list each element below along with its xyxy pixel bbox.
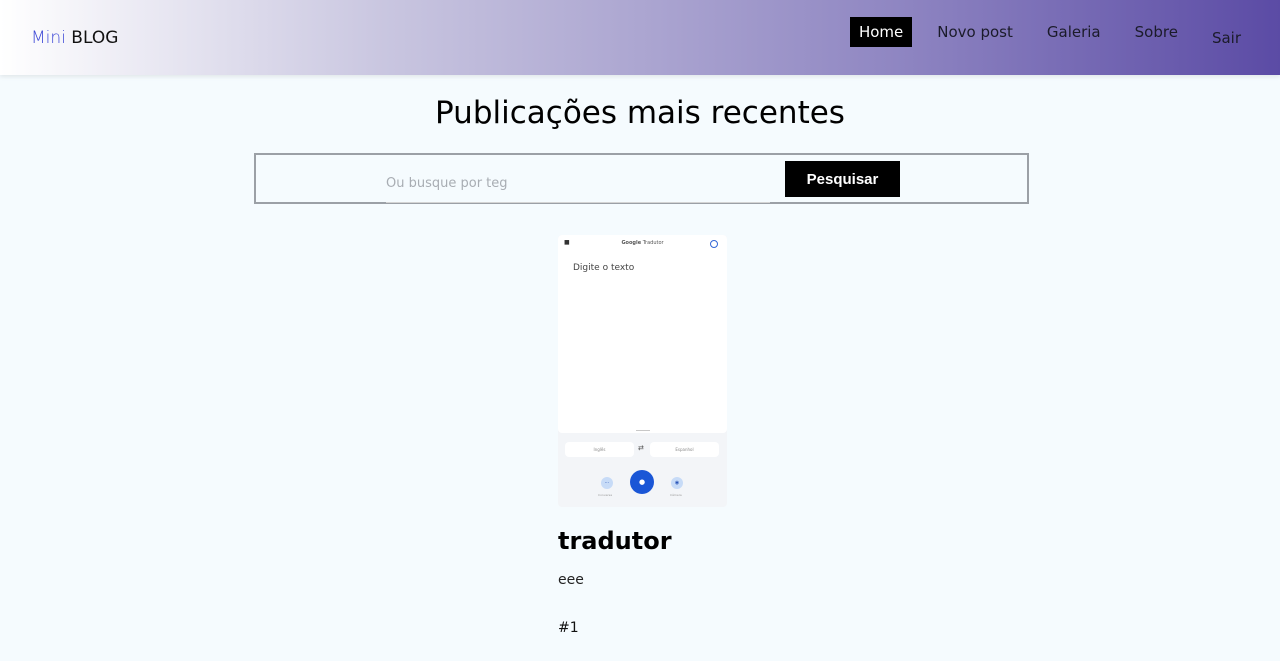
navbar: Mini BLOG Home Novo post Galeria Sobre S… <box>0 0 1280 75</box>
nav-links: Home Novo post Galeria Sobre Sair <box>834 17 1250 47</box>
post-tag[interactable]: #1 <box>558 620 579 636</box>
swap-icon: ⇄ <box>638 444 644 452</box>
post-title[interactable]: tradutor <box>558 527 672 555</box>
camera-icon: ◉ <box>671 477 683 489</box>
conversation-icon: ⋯ <box>601 477 613 489</box>
brand-mini: Mini <box>31 28 66 48</box>
search-input[interactable] <box>386 164 770 203</box>
page-title: Publicações mais recentes <box>435 95 845 131</box>
screenshot-text-area: ■ Google Tradutor Digite o texto <box>558 235 727 433</box>
app-logo-product: Tradutor <box>642 240 664 246</box>
screenshot-prompt: Digite o texto <box>573 263 635 273</box>
nav-link-galeria[interactable]: Galeria <box>1038 17 1110 47</box>
app-logo-google: Google <box>621 240 642 246</box>
search-button[interactable]: Pesquisar <box>785 161 900 197</box>
drag-handle <box>636 430 650 431</box>
brand-blog: BLOG <box>71 28 119 48</box>
post-image[interactable]: ■ Google Tradutor Digite o texto Inglês … <box>558 235 727 507</box>
mic-icon: ● <box>630 470 654 494</box>
camera-caption: Câmera <box>670 493 682 497</box>
app-logo: Google Tradutor <box>558 240 727 246</box>
conversation-caption: Conversa <box>598 493 613 497</box>
nav-link-home[interactable]: Home <box>849 17 913 47</box>
nav-link-sair[interactable]: Sair <box>1203 23 1250 53</box>
source-language: Inglês <box>565 442 634 457</box>
search-form: Pesquisar <box>254 153 1029 204</box>
target-language: Espanhol <box>650 442 719 457</box>
nav-link-sobre[interactable]: Sobre <box>1126 17 1187 47</box>
account-icon <box>710 240 718 248</box>
post-body: eee <box>558 572 584 588</box>
brand-logo[interactable]: Mini BLOG <box>31 28 118 48</box>
nav-link-novo-post[interactable]: Novo post <box>928 17 1022 47</box>
